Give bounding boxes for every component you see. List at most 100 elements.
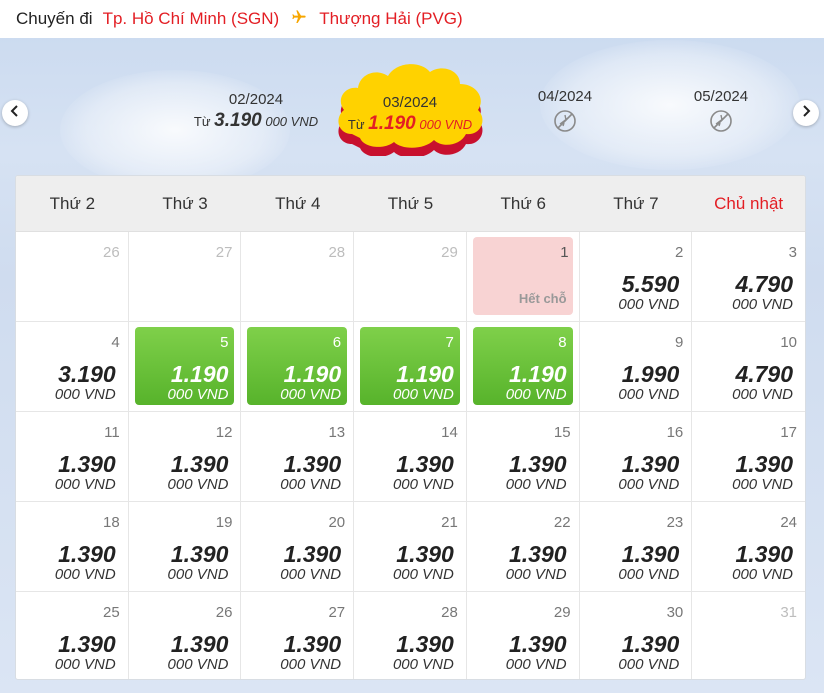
price-unit: 000 VND bbox=[618, 296, 680, 313]
price-unit: 000 VND bbox=[505, 566, 567, 583]
price-unit: 000 VND bbox=[167, 566, 229, 583]
day-cell[interactable]: 17 1.390 000 VND bbox=[692, 412, 805, 502]
day-number: 9 bbox=[674, 334, 684, 351]
day-cell[interactable]: 25 1.390 000 VND bbox=[16, 592, 129, 679]
day-number: 23 bbox=[666, 514, 684, 531]
day-number: 21 bbox=[441, 514, 458, 531]
day-cell[interactable]: 23 1.390 000 VND bbox=[579, 502, 693, 592]
day-number: 30 bbox=[666, 604, 684, 621]
price-unit: 000 VND bbox=[732, 476, 793, 493]
price-unit: 000 VND bbox=[167, 386, 229, 403]
day-number: 17 bbox=[780, 424, 797, 441]
day-cell[interactable]: 30 1.390 000 VND bbox=[580, 592, 693, 679]
day-cell[interactable]: 19 1.390 000 VND bbox=[128, 502, 242, 592]
price-unit: 000 VND bbox=[618, 386, 680, 403]
price-unit: 000 VND bbox=[618, 476, 680, 493]
day-cell[interactable]: 18 1.390 000 VND bbox=[16, 502, 129, 592]
month-tab-03-2024[interactable]: 03/2024 Từ 1.190 000 VND bbox=[334, 64, 486, 158]
day-number: 8 bbox=[558, 334, 567, 351]
month-tab-05-2024[interactable]: 05/2024 bbox=[676, 88, 766, 133]
month-price: Từ 3.190 000 VND bbox=[193, 110, 319, 131]
day-cell[interactable]: 3 4.790 000 VND bbox=[692, 232, 805, 322]
day-price: 1.190 bbox=[396, 361, 454, 387]
day-number: 12 bbox=[215, 424, 233, 441]
day-cell[interactable]: 27 1.390 000 VND bbox=[241, 592, 355, 679]
day-price: 1.390 bbox=[170, 451, 229, 477]
price-unit: 000 VND bbox=[732, 386, 793, 403]
day-cell[interactable]: 21 1.390 000 VND bbox=[354, 502, 467, 592]
day-price: 1.390 bbox=[170, 631, 229, 657]
price-unit: 000 VND bbox=[167, 656, 229, 673]
day-price: 3.190 bbox=[58, 361, 116, 387]
day-number: 3 bbox=[788, 244, 797, 261]
day-cell[interactable]: 13 1.390 000 VND bbox=[241, 412, 355, 502]
day-number: 11 bbox=[104, 424, 120, 441]
day-cell[interactable]: 29 1.390 000 VND bbox=[467, 592, 580, 679]
day-cell[interactable]: 14 1.390 000 VND bbox=[354, 412, 467, 502]
weekday-header: Thứ 2 Thứ 3 Thứ 4 Thứ 5 Thứ 6 Thứ 7 Chủ … bbox=[16, 176, 805, 232]
chevron-left-icon bbox=[9, 104, 21, 122]
price-unit: 000 VND bbox=[280, 566, 342, 583]
day-cell[interactable]: 28 1.390 000 VND bbox=[354, 592, 467, 679]
price-unit: 000 VND bbox=[392, 476, 454, 493]
trip-header: Chuyến đi Tp. Hồ Chí Minh (SGN) Thượng H… bbox=[0, 0, 824, 38]
day-cell[interactable]: 16 1.390 000 VND bbox=[579, 412, 693, 502]
chevron-right-icon bbox=[800, 104, 812, 122]
day-price: 4.790 bbox=[735, 271, 793, 297]
day-number: 29 bbox=[441, 244, 458, 261]
day-cell[interactable]: 7 1.190 000 VND bbox=[354, 322, 467, 412]
month-name: 05/2024 bbox=[693, 88, 749, 105]
day-cell[interactable]: 5 1.190 000 VND bbox=[128, 322, 242, 412]
day-cell[interactable]: 6 1.190 000 VND bbox=[241, 322, 355, 412]
no-flight-icon bbox=[676, 109, 766, 133]
origin-city[interactable]: Tp. Hồ Chí Minh (SGN) bbox=[103, 9, 280, 29]
price-unit: 000 VND bbox=[505, 656, 567, 673]
price-unit: 000 VND bbox=[280, 476, 342, 493]
day-price: 1.390 bbox=[58, 451, 116, 477]
day-price: 1.390 bbox=[396, 541, 454, 567]
day-cell[interactable]: 9 1.990 000 VND bbox=[579, 322, 693, 412]
day-price: 1.390 bbox=[509, 631, 567, 657]
price-unit: 000 VND bbox=[54, 566, 116, 583]
day-price: 1.390 bbox=[396, 631, 454, 657]
day-number: 20 bbox=[328, 514, 346, 531]
price-unit: 000 VND bbox=[280, 386, 342, 403]
day-price: 1.190 bbox=[283, 361, 342, 387]
day-cell[interactable]: 11 1.390 000 VND bbox=[16, 412, 129, 502]
month-tab-02-2024[interactable]: 02/2024 Từ 3.190 000 VND bbox=[186, 91, 326, 132]
previous-month-button[interactable] bbox=[2, 100, 28, 126]
day-number: 15 bbox=[553, 424, 571, 441]
month-tab-04-2024[interactable]: 04/2024 bbox=[520, 88, 610, 133]
day-cell[interactable]: 1 Hết chỗ bbox=[466, 232, 580, 322]
day-price: 1.390 bbox=[509, 451, 567, 477]
day-number: 31 bbox=[780, 604, 797, 621]
day-cell[interactable]: 12 1.390 000 VND bbox=[128, 412, 242, 502]
destination-city[interactable]: Thượng Hải (PVG) bbox=[319, 9, 462, 29]
day-cell[interactable]: 20 1.390 000 VND bbox=[241, 502, 355, 592]
day-cell: 29 bbox=[354, 232, 467, 322]
day-cell[interactable]: 4 3.190 000 VND bbox=[16, 322, 129, 412]
next-month-button[interactable] bbox=[793, 100, 819, 126]
day-price: 1.190 bbox=[170, 361, 229, 387]
month-selector: 02/2024 Từ 3.190 000 VND 03/2024 Từ 1.19… bbox=[0, 60, 824, 160]
price-unit: 000 VND bbox=[618, 566, 680, 583]
day-cell[interactable]: 24 1.390 000 VND bbox=[692, 502, 805, 592]
day-price: 1.390 bbox=[58, 541, 116, 567]
day-cell: 31 bbox=[692, 592, 805, 679]
day-price: 1.390 bbox=[283, 451, 342, 477]
day-number: 19 bbox=[215, 514, 233, 531]
price-unit: 000 VND bbox=[280, 656, 342, 673]
day-number: 18 bbox=[103, 514, 120, 531]
day-cell[interactable]: 10 4.790 000 VND bbox=[692, 322, 805, 412]
day-price: 1.190 bbox=[509, 361, 567, 387]
day-number: 5 bbox=[220, 334, 229, 351]
day-cell[interactable]: 22 1.390 000 VND bbox=[466, 502, 580, 592]
day-price: 1.390 bbox=[509, 541, 567, 567]
month-name: 02/2024 bbox=[228, 91, 284, 108]
day-cell[interactable]: 26 1.390 000 VND bbox=[129, 592, 242, 679]
weekday-sat: Thứ 7 bbox=[613, 193, 659, 213]
day-cell[interactable]: 8 1.190 000 VND bbox=[466, 322, 580, 412]
day-cell[interactable]: 15 1.390 000 VND bbox=[466, 412, 580, 502]
day-cell[interactable]: 2 5.590 000 VND bbox=[579, 232, 693, 322]
airplane-icon bbox=[291, 9, 307, 29]
